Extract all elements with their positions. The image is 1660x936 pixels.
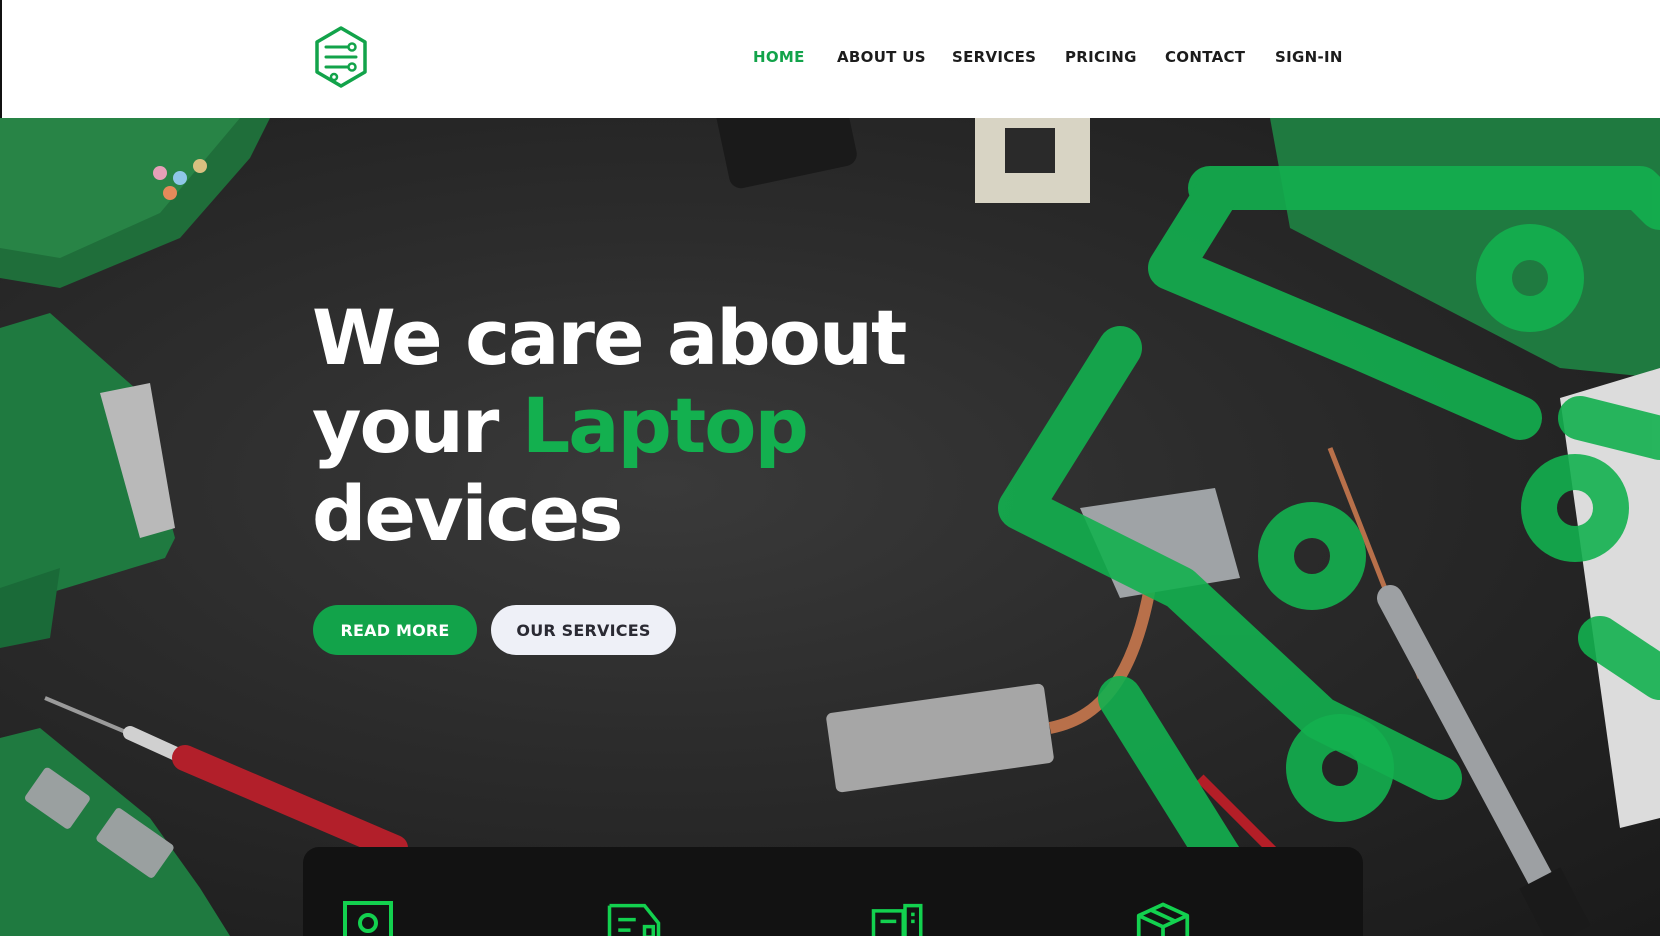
nav-home[interactable]: HOME: [753, 48, 805, 66]
main-nav: HOME ABOUT US SERVICES PRICING CONTACT S…: [2, 48, 1660, 68]
nav-sign-in[interactable]: SIGN-IN: [1275, 48, 1343, 66]
computer-desktop-icon: [871, 903, 923, 936]
package-box-icon: [1136, 902, 1190, 936]
headline-line-2-prefix: your: [312, 381, 522, 470]
hero-section: We care about your Laptop devices READ M…: [0, 118, 1660, 936]
delivery-truck-icon: [607, 903, 661, 936]
services-strip: [303, 847, 1363, 936]
site-header: HOME ABOUT US SERVICES PRICING CONTACT S…: [0, 0, 1660, 118]
headline-line-1: We care about: [312, 293, 907, 382]
nav-pricing[interactable]: PRICING: [1065, 48, 1137, 66]
headline-accent-word: Laptop: [521, 381, 809, 470]
circuit-board-decoration: [0, 118, 270, 288]
id-card-icon: [343, 901, 393, 936]
nav-contact[interactable]: CONTACT: [1165, 48, 1245, 66]
read-more-button[interactable]: READ MORE: [313, 605, 477, 655]
headline-line-3: devices: [312, 469, 623, 558]
our-services-button[interactable]: OUR SERVICES: [491, 605, 676, 655]
hero-headline: We care about your Laptop devices: [312, 294, 952, 558]
nav-about-us[interactable]: ABOUT US: [837, 48, 926, 66]
nav-services[interactable]: SERVICES: [952, 48, 1036, 66]
